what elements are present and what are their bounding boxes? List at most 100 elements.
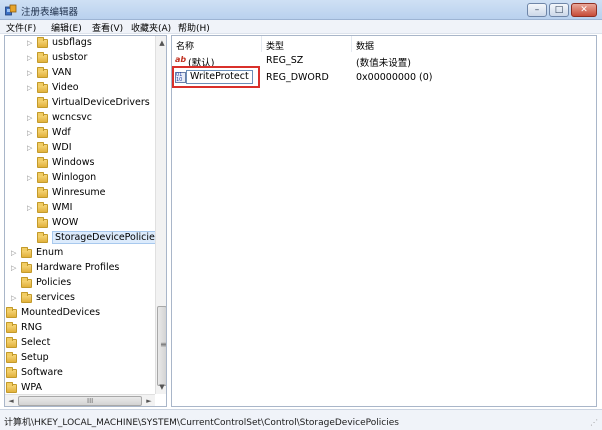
tree-item-label: usbflags: [52, 37, 92, 48]
tree-item[interactable]: ▷ VAN: [5, 66, 155, 81]
column-header-type[interactable]: 类型: [262, 36, 352, 52]
expand-arrow-icon[interactable]: ▷: [11, 250, 16, 257]
tree-item[interactable]: ▷ WDI: [5, 141, 155, 156]
tree-item[interactable]: Winresume: [5, 186, 155, 201]
scroll-right-icon[interactable]: ►: [144, 396, 154, 406]
resize-grip-icon[interactable]: ⋰: [590, 418, 600, 428]
registry-key-tree[interactable]: ▷ usbflags ▷ usbstor ▷ VAN ▷ Video VirtualDevice…: [4, 35, 167, 407]
tree-item[interactable]: Windows: [5, 156, 155, 171]
tree-item[interactable]: ▷ services: [5, 291, 155, 306]
window-title: 注册表编辑器: [21, 7, 79, 18]
expand-arrow-icon[interactable]: ▷: [27, 70, 32, 77]
folder-icon: [37, 217, 48, 228]
registry-values-list[interactable]: 名称 类型 数据 ab (默认) REG_SZ (数值未设置) WritePro…: [171, 35, 597, 407]
scroll-grip-icon: ≡: [160, 340, 167, 349]
menu-favorites[interactable]: 收藏夹(A): [131, 21, 171, 34]
scroll-up-icon[interactable]: ▲: [158, 38, 166, 48]
value-data: 0x00000000 (0): [356, 72, 433, 83]
tree-item[interactable]: ▷ Wdf: [5, 126, 155, 141]
tree-item[interactable]: ▷ Hardware Profiles: [5, 261, 155, 276]
expand-arrow-icon[interactable]: ▷: [27, 40, 32, 47]
tree-vertical-scroll-thumb[interactable]: ≡: [157, 306, 167, 386]
folder-icon: [37, 97, 48, 108]
menu-view[interactable]: 查看(V): [92, 21, 123, 34]
value-row-writeprotect[interactable]: WriteProtect REG_DWORD 0x00000000 (0): [172, 69, 596, 85]
maximize-icon: □: [554, 5, 564, 15]
tree-vertical-scrollbar[interactable]: ▲ ≡ ▼: [155, 36, 167, 394]
tree-item-label: Policies: [36, 277, 72, 288]
tree-item[interactable]: ▷ Video: [5, 81, 155, 96]
column-header-name[interactable]: 名称: [172, 36, 262, 52]
tree-horizontal-scrollbar[interactable]: ◄ III ►: [5, 394, 155, 406]
column-header-name-label: 名称: [176, 42, 195, 52]
folder-icon: [6, 352, 17, 363]
title-bar: 注册表编辑器 – □ ✕: [0, 0, 602, 20]
tree-item[interactable]: Select: [5, 336, 155, 351]
folder-icon: [37, 37, 48, 48]
menu-help[interactable]: 帮助(H): [178, 21, 210, 34]
scroll-left-icon[interactable]: ◄: [6, 396, 16, 406]
tree-horizontal-scroll-thumb[interactable]: III: [18, 396, 142, 406]
maximize-button[interactable]: □: [549, 3, 569, 17]
folder-icon: [21, 262, 32, 273]
value-name-edit-field[interactable]: WriteProtect: [186, 70, 253, 84]
folder-icon: [37, 157, 48, 168]
minimize-button[interactable]: –: [527, 3, 547, 17]
tree-item-label: Windows: [52, 157, 95, 168]
tree-item[interactable]: Setup: [5, 351, 155, 366]
tree-item-label: VAN: [52, 67, 72, 78]
tree-item-label: services: [36, 292, 75, 303]
menu-edit[interactable]: 编辑(E): [51, 21, 82, 34]
folder-icon: [37, 202, 48, 213]
column-header-data-label: 数据: [356, 42, 375, 52]
tree-item[interactable]: ▷ Enum: [5, 246, 155, 261]
tree-item-label: wcncsvc: [52, 112, 93, 123]
expand-arrow-icon[interactable]: ▷: [27, 205, 32, 212]
registry-editor-app-icon: [5, 4, 17, 16]
tree-item[interactable]: Policies: [5, 276, 155, 291]
tree-item-label: MountedDevices: [21, 307, 101, 318]
tree-item[interactable]: MountedDevices: [5, 306, 155, 321]
tree-item-label: Hardware Profiles: [36, 262, 120, 273]
tree-item-label: VirtualDeviceDrivers: [52, 97, 150, 108]
column-header-type-label: 类型: [266, 42, 285, 52]
tree-item[interactable]: ▷ usbstor: [5, 51, 155, 66]
expand-arrow-icon[interactable]: ▷: [27, 130, 32, 137]
close-button[interactable]: ✕: [571, 3, 597, 17]
folder-icon: [6, 307, 17, 318]
folder-icon: [6, 322, 17, 333]
tree-item[interactable]: ▷ WMI: [5, 201, 155, 216]
tree-item-label: StorageDevicePolicies: [52, 231, 163, 244]
expand-arrow-icon[interactable]: ▷: [11, 295, 16, 302]
tree-item[interactable]: Software: [5, 366, 155, 381]
scroll-down-icon[interactable]: ▼: [158, 382, 166, 392]
tree-item-label: RNG: [21, 322, 43, 333]
tree-item-label: WMI: [52, 202, 73, 213]
tree-item[interactable]: ▷ Winlogon: [5, 171, 155, 186]
tree-item-label: WOW: [52, 217, 79, 228]
menu-file[interactable]: 文件(F): [6, 21, 36, 34]
expand-arrow-icon[interactable]: ▷: [27, 115, 32, 122]
tree-item-label: Winlogon: [52, 172, 97, 183]
tree-item-label: Video: [52, 82, 79, 93]
scroll-grip-icon: III: [87, 397, 94, 405]
tree-item-label: Enum: [36, 247, 64, 258]
expand-arrow-icon[interactable]: ▷: [27, 55, 32, 62]
tree-item[interactable]: RNG: [5, 321, 155, 336]
tree-item[interactable]: ▷ usbflags: [5, 36, 155, 51]
tree-item[interactable]: ▷ wcncsvc: [5, 111, 155, 126]
tree-item[interactable]: VirtualDeviceDrivers: [5, 96, 155, 111]
status-key-path: 计算机\HKEY_LOCAL_MACHINE\SYSTEM\CurrentCon…: [4, 418, 399, 428]
folder-icon: [37, 142, 48, 153]
minimize-icon: –: [534, 5, 540, 15]
expand-arrow-icon[interactable]: ▷: [27, 175, 32, 182]
expand-arrow-icon[interactable]: ▷: [27, 145, 32, 152]
tree-item[interactable]: StorageDevicePolicies: [5, 231, 163, 246]
column-header-data[interactable]: 数据: [352, 36, 596, 52]
expand-arrow-icon[interactable]: ▷: [27, 85, 32, 92]
tree-item[interactable]: WOW: [5, 216, 155, 231]
folder-icon: [37, 232, 48, 243]
tree-item-label: Select: [21, 337, 51, 348]
expand-arrow-icon[interactable]: ▷: [11, 265, 16, 272]
close-icon: ✕: [580, 5, 588, 15]
